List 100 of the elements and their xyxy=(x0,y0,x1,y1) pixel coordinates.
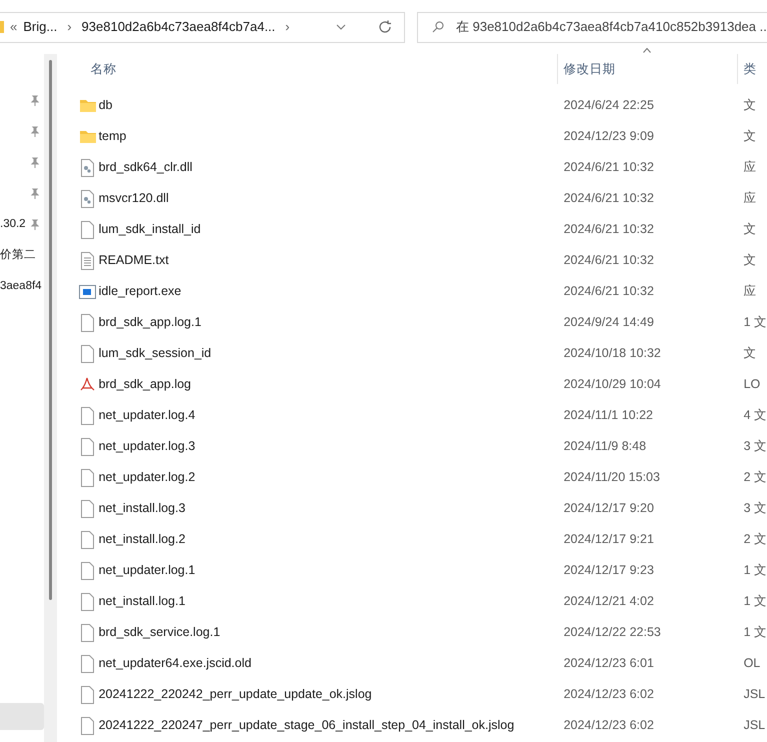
file-icon xyxy=(80,500,96,518)
file-icon xyxy=(80,530,96,548)
pin-icon xyxy=(30,126,40,137)
column-header[interactable]: 名称 xyxy=(90,60,117,78)
file-icon xyxy=(80,314,96,332)
modified-date: 2024/12/23 6:02 xyxy=(562,686,655,704)
file-icon xyxy=(80,716,96,734)
file-name[interactable]: net_install.log.2 xyxy=(98,530,186,549)
file-name[interactable]: README.txt xyxy=(98,251,169,270)
nav-item[interactable]: 价第二 xyxy=(0,246,36,264)
file-type: LO xyxy=(742,376,760,394)
file-type: 应 xyxy=(742,283,757,300)
refresh-icon[interactable] xyxy=(378,20,392,34)
modified-date: 2024/6/21 10:32 xyxy=(562,190,655,208)
pin-icon xyxy=(30,157,40,168)
pin-icon xyxy=(30,188,40,199)
pdf-file-icon xyxy=(80,376,96,394)
file-name[interactable]: brd_sdk_app.log xyxy=(98,375,191,394)
column-header[interactable]: 类 xyxy=(744,60,757,78)
modified-date: 2024/6/21 10:32 xyxy=(562,252,655,270)
separator: › xyxy=(285,18,290,36)
file-name[interactable]: msvcr120.dll xyxy=(98,189,169,208)
file-name[interactable]: 20241222_220242_perr_update_update_ok.jslog xyxy=(98,685,372,704)
file-name[interactable]: net_install.log.3 xyxy=(98,499,186,518)
column-header[interactable]: 修改日期 xyxy=(564,60,616,78)
file-type: 1 文 xyxy=(742,314,767,332)
file-type: 3 文 xyxy=(742,500,767,518)
file-icon xyxy=(80,438,96,456)
modified-date: 2024/11/1 10:22 xyxy=(562,407,654,424)
gear-file-icon xyxy=(80,158,96,176)
address-bar[interactable]: « Brig... › 93e810d2a6b4c73aea8f4cb7a4... › xyxy=(0,12,405,42)
file-name[interactable]: brd_sdk_service.log.1 xyxy=(98,623,220,642)
search-icon xyxy=(432,21,444,33)
modified-date: 2024/12/17 9:23 xyxy=(562,562,655,580)
file-icon xyxy=(80,624,96,642)
file-type: 1 文 xyxy=(742,593,767,610)
file-type: JSL xyxy=(742,686,766,704)
file-name[interactable]: net_updater.log.4 xyxy=(98,406,196,425)
file-name[interactable]: net_install.log.1 xyxy=(98,592,186,611)
modified-date: 2024/11/20 15:03 xyxy=(562,469,661,486)
file-name[interactable]: net_updater64.exe.jscid.old xyxy=(98,654,252,673)
file-type: OL xyxy=(742,655,760,672)
pin-icon xyxy=(30,95,40,106)
file-type: 文 xyxy=(742,252,757,270)
text-file-icon xyxy=(80,252,96,270)
modified-date: 2024/12/23 9:09 xyxy=(562,128,655,146)
modified-date: 2024/12/17 9:20 xyxy=(562,500,655,518)
modified-date: 2024/12/17 9:21 xyxy=(562,531,655,548)
breadcrumb[interactable]: Brig... xyxy=(23,17,58,37)
modified-date: 2024/12/21 4:02 xyxy=(562,593,655,610)
modified-date: 2024/9/24 14:49 xyxy=(562,314,655,332)
file-icon xyxy=(80,562,96,580)
modified-date: 2024/6/21 10:32 xyxy=(562,221,655,238)
chevron-down-icon[interactable] xyxy=(336,24,346,30)
breadcrumb[interactable]: 93e810d2a6b4c73aea8f4cb7a4... xyxy=(82,17,276,37)
modified-date: 2024/11/9 8:48 xyxy=(562,438,648,456)
search-field[interactable]: 在 93e810d2a6b4c73aea8f4cb7a410c852b3913dea ... xyxy=(417,12,767,42)
file-type: 4 文 xyxy=(742,407,767,424)
file-type: 1 文 xyxy=(742,562,767,580)
file-name[interactable]: db xyxy=(98,96,112,115)
window-icon xyxy=(79,284,96,298)
file-name[interactable]: 20241222_220247_perr_update_stage_06_install_step_04_install_ok.jslog xyxy=(98,716,514,735)
overflow-chevron[interactable]: « xyxy=(10,17,18,37)
file-name[interactable]: brd_sdk64_clr.dll xyxy=(98,158,192,177)
file-type: 3 文 xyxy=(742,438,767,456)
file-type: 2 文 xyxy=(742,469,767,486)
pin-icon xyxy=(30,219,40,230)
file-name[interactable]: lum_sdk_install_id xyxy=(98,220,201,239)
file-name[interactable]: temp xyxy=(98,127,126,146)
file-icon xyxy=(80,654,96,672)
modified-date: 2024/10/18 10:32 xyxy=(562,345,662,362)
nav-item[interactable]: 3aea8f4 xyxy=(0,278,42,296)
file-icon xyxy=(80,592,96,610)
file-icon xyxy=(80,686,96,704)
file-icon xyxy=(80,220,96,238)
modified-date: 2024/6/21 10:32 xyxy=(562,283,655,300)
file-name[interactable]: net_updater.log.2 xyxy=(98,468,196,487)
modified-date: 2024/12/22 22:53 xyxy=(562,624,662,642)
file-type: 文 xyxy=(742,97,757,114)
nav-item[interactable]: .30.2 xyxy=(0,216,26,234)
modified-date: 2024/12/23 6:02 xyxy=(562,717,655,734)
file-name[interactable]: net_updater.log.1 xyxy=(98,561,196,580)
separator: › xyxy=(67,18,72,36)
file-name[interactable]: net_updater.log.3 xyxy=(98,437,196,456)
modified-date: 2024/12/23 6:01 xyxy=(562,655,655,672)
file-icon xyxy=(80,468,96,486)
file-type: JSL xyxy=(742,717,766,734)
file-name[interactable]: brd_sdk_app.log.1 xyxy=(98,313,202,332)
scrollbar-thumb[interactable] xyxy=(48,60,52,600)
file-icon xyxy=(80,344,96,362)
file-type: 文 xyxy=(742,128,757,146)
file-type: 1 文 xyxy=(742,624,767,642)
file-name[interactable]: lum_sdk_session_id xyxy=(98,344,212,363)
file-type: 应 xyxy=(742,159,757,176)
file-type: 2 文 xyxy=(742,531,767,548)
file-name[interactable]: idle_report.exe xyxy=(98,282,182,301)
modified-date: 2024/10/29 10:04 xyxy=(562,376,662,394)
file-type: 文 xyxy=(742,345,757,362)
file-type: 应 xyxy=(742,190,757,208)
file-type: 文 xyxy=(742,221,757,238)
